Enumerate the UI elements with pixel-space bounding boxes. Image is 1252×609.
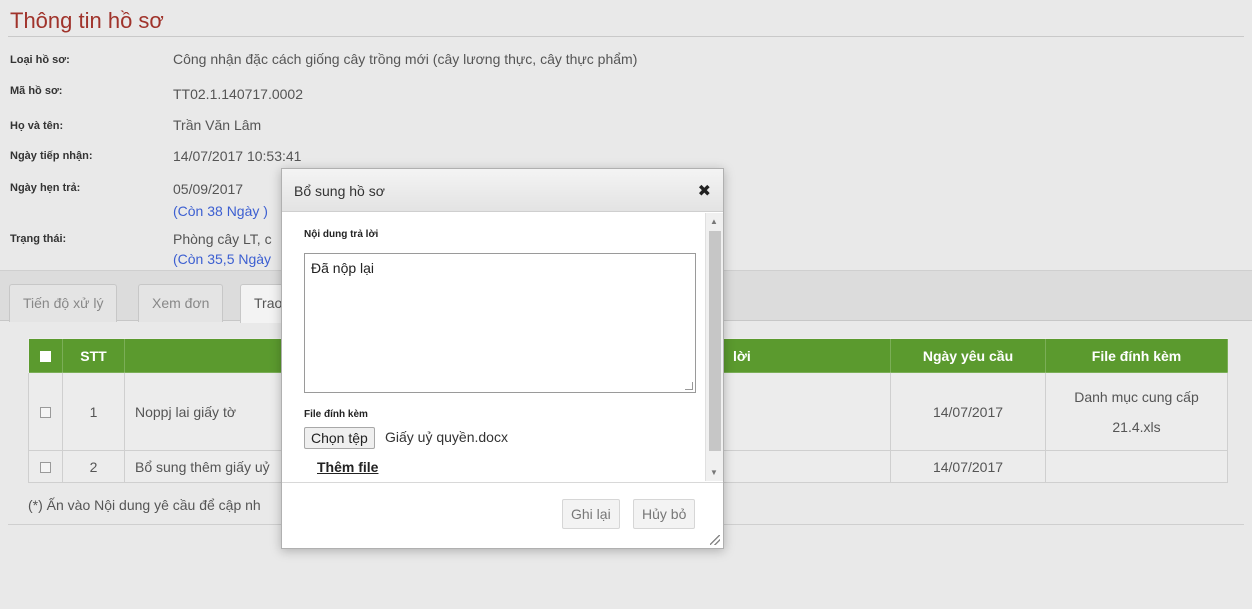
- row-date: 14/07/2017: [890, 450, 1046, 483]
- content-label: Nội dung trả lời: [304, 229, 379, 240]
- hoten-label: Họ và tên:: [10, 120, 64, 132]
- row-checkbox-cell: [28, 450, 63, 483]
- ma-value: TT02.1.140717.0002: [173, 86, 303, 102]
- tab-tien-do[interactable]: Tiến độ xử lý: [9, 284, 118, 322]
- header-answer-text: lời: [733, 347, 751, 364]
- row-file-line2[interactable]: 21.4.xls: [1056, 412, 1217, 442]
- loai-value: Công nhận đặc cách giống cây trồng mới (…: [173, 51, 638, 67]
- header-file: File đính kèm: [1045, 338, 1228, 373]
- row-content[interactable]: Noppj lai giấy tờ: [124, 372, 305, 451]
- select-all-cell: [28, 338, 63, 373]
- row-file-line1[interactable]: Danh mục cung cấp: [1056, 382, 1217, 412]
- scroll-thumb[interactable]: [709, 231, 721, 451]
- choose-file-button[interactable]: Chọn tệp: [304, 427, 375, 449]
- header-date: Ngày yêu cầu: [890, 338, 1046, 373]
- hentra-label: Ngày hẹn trả:: [10, 182, 81, 194]
- add-file-link[interactable]: Thêm file: [317, 459, 378, 475]
- save-button[interactable]: Ghi lại: [562, 499, 620, 529]
- loai-label: Loại hồ sơ:: [10, 54, 70, 66]
- content-textarea[interactable]: Đã nộp lại: [304, 253, 696, 393]
- dialog-resize-handle[interactable]: [710, 535, 720, 545]
- cancel-button[interactable]: Hủy bỏ: [633, 499, 696, 529]
- select-all-checkbox[interactable]: [40, 351, 51, 363]
- trangthai-value: Phòng cây LT, c: [173, 231, 272, 247]
- hentra-value: 05/09/2017: [173, 181, 244, 197]
- file-label: File đính kèm: [304, 409, 368, 420]
- dialog-scrollbar[interactable]: ▲ ▼: [705, 213, 723, 481]
- dialog-header[interactable]: Bổ sung hồ sơ ✖: [282, 169, 723, 212]
- row-content[interactable]: Bổ sung thêm giấy uỷ: [124, 450, 305, 483]
- dialog-footer: Ghi lại Hủy bỏ: [282, 482, 723, 548]
- trangthai-label: Trạng thái:: [10, 233, 67, 245]
- header-stt: STT: [62, 338, 125, 373]
- row-stt: 1: [62, 372, 125, 451]
- row-file: [1045, 450, 1228, 483]
- tiepnhan-value: 14/07/2017 10:53:41: [173, 148, 302, 164]
- content-text: Đã nộp lại: [311, 260, 375, 276]
- scroll-up-arrow-icon[interactable]: ▲: [710, 217, 718, 226]
- footnote: (*) Ấn vào Nội dung yê cầu để cập nh: [28, 497, 261, 513]
- tab-xem-don[interactable]: Xem đơn: [138, 284, 224, 322]
- textarea-resize-handle[interactable]: [685, 382, 693, 390]
- close-icon[interactable]: ✖: [698, 181, 711, 201]
- page-title: Thông tin hồ sơ: [10, 8, 164, 33]
- supplement-dialog: Bổ sung hồ sơ ✖ Nội dung trả lời Đã nộp …: [281, 168, 724, 549]
- selected-file-name: Giấy uỷ quyền.docx: [385, 429, 508, 445]
- hoten-value: Trần Văn Lâm: [173, 117, 262, 133]
- hentra-remaining: (Còn 38 Ngày ): [173, 203, 268, 219]
- row-checkbox[interactable]: [40, 462, 51, 474]
- page: Thông tin hồ sơ Loại hồ sơ: Công nhận đặ…: [0, 0, 1252, 609]
- ma-label: Mã hồ sơ:: [10, 85, 63, 97]
- trangthai-remaining: (Còn 35,5 Ngày: [173, 251, 272, 267]
- header-content: [124, 338, 305, 373]
- dialog-title: Bổ sung hồ sơ: [294, 183, 385, 199]
- row-stt: 2: [62, 450, 125, 483]
- scroll-down-arrow-icon[interactable]: ▼: [710, 468, 718, 477]
- tiepnhan-label: Ngày tiếp nhận:: [10, 150, 93, 162]
- dialog-body: Nội dung trả lời Đã nộp lại File đính kè…: [282, 213, 707, 481]
- title-divider: [8, 36, 1244, 37]
- row-file[interactable]: Danh mục cung cấp 21.4.xls: [1045, 372, 1228, 451]
- row-date: 14/07/2017: [890, 372, 1046, 451]
- row-checkbox-cell: [28, 372, 63, 451]
- row-checkbox[interactable]: [40, 407, 51, 419]
